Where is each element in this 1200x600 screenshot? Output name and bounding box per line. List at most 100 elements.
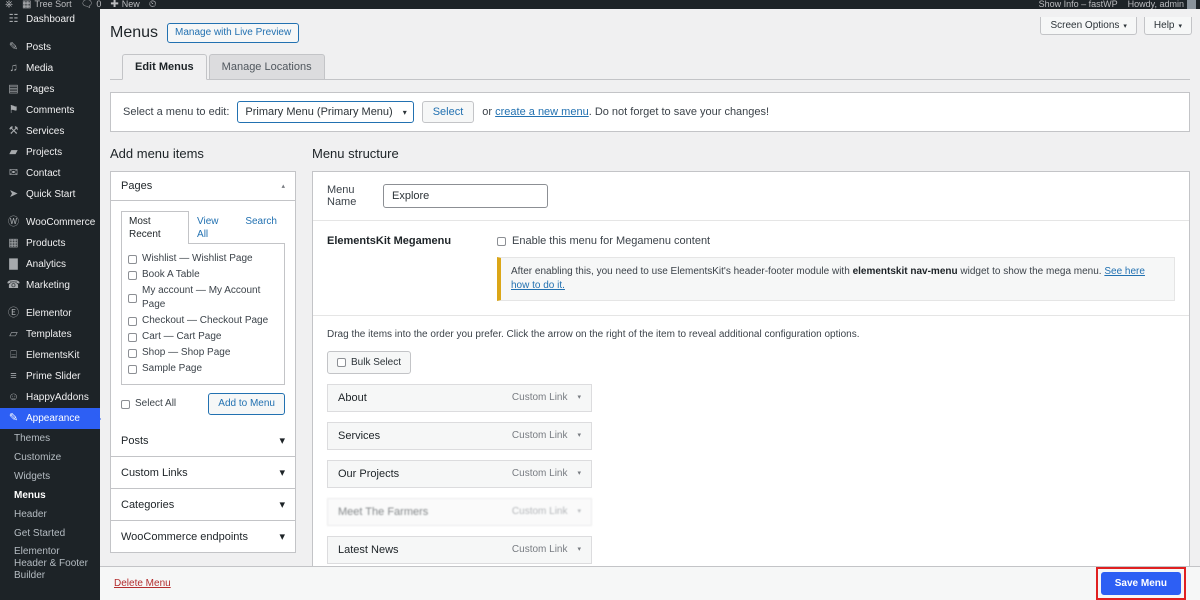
sidebar-item-posts[interactable]: ✎ Posts [0,37,100,58]
menu-name-label: Menu Name [327,184,357,208]
pages-tab-view-all[interactable]: View All [189,211,237,244]
create-new-menu-link[interactable]: create a new menu [495,106,589,118]
sidebar-item-projects[interactable]: ▰ Projects [0,142,100,163]
save-menu-button[interactable]: Save Menu [1100,572,1181,595]
sidebar-item-appearance[interactable]: ✎ Appearance [0,408,101,429]
sidebar-subitem-elementor-header-footer-builder[interactable]: Elementor Header & Footer Builder [0,543,100,585]
sidebar-subitem-themes[interactable]: Themes [0,429,100,448]
howdy-item[interactable]: Howdy, admin [1128,0,1196,9]
add-items-accordion: Pages ▴ Most Recent View All Search Wishli… [110,171,296,553]
sidebar-subitem-menus[interactable]: Menus [0,486,100,505]
select-all-checkbox-row[interactable]: Select All [121,396,176,412]
page-checkbox-row[interactable]: Book A Table [128,267,278,283]
menu-item-type: Custom Link [511,392,568,403]
sidebar-item-contact[interactable]: ✉ Contact [0,163,100,184]
menu-item-type: Custom Link [511,468,568,479]
menu-select-dropdown[interactable]: Primary Menu (Primary Menu) ▾ [237,101,414,123]
sidebar-item-label: Media [26,63,54,74]
panel-custom-links[interactable]: Custom Links ▾ [111,457,295,489]
add-menu-items-heading: Add menu items [110,146,204,161]
chevron-down-icon[interactable]: ▾ [577,467,581,481]
menu-name-input[interactable] [383,184,548,208]
page-checkbox-row[interactable]: My account — My Account Page [128,283,278,313]
screen-options-button[interactable]: Screen Options ▾ [1040,17,1137,35]
menu-item-row[interactable]: Meet The Farmers Custom Link ▾ [327,498,592,526]
chevron-down-icon[interactable]: ▾ [577,505,581,519]
checkbox-icon[interactable] [128,364,137,374]
manage-with-live-preview-button[interactable]: Manage with Live Preview [167,23,300,43]
chevron-down-icon: ▾ [279,499,285,511]
checkbox-icon[interactable] [121,399,130,409]
media-icon: ♫ [9,62,18,74]
sidebar-item-services[interactable]: ⚒ Services [0,121,100,142]
sidebar-item-elementskit[interactable]: ⌸ ElementsKit [0,345,100,366]
sidebar-item-analytics[interactable]: ▇ Analytics [0,254,100,275]
megamenu-enable-checkbox-row[interactable]: Enable this menu for Megamenu content [497,234,1175,248]
page-checkbox-row[interactable]: Wishlist — Wishlist Page [128,251,278,267]
select-button[interactable]: Select [421,101,475,123]
page-checkbox-row[interactable]: Cart — Cart Page [128,329,278,345]
performance-icon[interactable]: ⏲ [149,0,157,9]
page-checkbox-row[interactable]: Sample Page [128,361,278,377]
bulk-select-top-button[interactable]: Bulk Select [327,351,412,374]
sidebar-subitem-widgets[interactable]: Widgets [0,467,100,486]
tab-manage-locations[interactable]: Manage Locations [208,54,325,80]
tab-edit-menus[interactable]: Edit Menus [122,54,207,80]
sidebar-subitem-header[interactable]: Header [0,505,100,524]
sidebar-item-quick-start[interactable]: ➤ Quick Start [0,184,100,205]
save-hint-text: . Do not forget to save your changes! [588,106,770,118]
checkbox-icon[interactable] [128,254,137,264]
chevron-down-icon[interactable]: ▾ [577,429,581,443]
sidebar-item-prime-slider[interactable]: ≡ Prime Slider [0,366,100,387]
sidebar-item-products[interactable]: ▦ Products [0,233,100,254]
sidebar-item-pages[interactable]: ▤ Pages [0,79,100,100]
sidebar-item-templates[interactable]: ▱ Templates [0,324,100,345]
site-name-label: Tree Sort [34,0,72,9]
sidebar-subitem-label: Elementor Header & Footer Builder [14,546,88,581]
help-button[interactable]: Help ▾ [1143,17,1192,35]
wordpress-logo-icon[interactable]: ⎈ [5,0,13,9]
site-name-item[interactable]: ▦ Tree Sort [22,0,72,9]
checkbox-icon[interactable] [128,332,137,342]
checkbox-icon[interactable] [128,270,137,280]
menu-item-row[interactable]: Services Custom Link ▾ [327,422,592,450]
checkbox-icon[interactable] [497,236,506,246]
sidebar-item-label: Dashboard [26,14,75,25]
sidebar-item-elementor[interactable]: Ⓔ Elementor [0,303,100,324]
prime-slider-icon: ≡ [10,370,17,382]
sidebar-item-media[interactable]: ♫ Media [0,58,100,79]
select-all-label: Select All [135,398,177,409]
new-content-item[interactable]: ✚ New [110,0,139,9]
panel-woocommerce-endpoints[interactable]: WooCommerce endpoints ▾ [111,521,295,552]
tab-label: Manage Locations [221,61,312,73]
sidebar-item-dashboard[interactable]: ☷ Dashboard [0,9,100,30]
page-checkbox-row[interactable]: Checkout — Checkout Page [128,313,278,329]
panel-categories[interactable]: Categories ▾ [111,489,295,521]
page-checkbox-row[interactable]: Shop — Shop Page [128,345,278,361]
chevron-down-icon: ▾ [402,108,407,117]
sidebar-item-woocommerce[interactable]: Ⓦ WooCommerce [0,212,100,233]
menu-item-row[interactable]: Our Projects Custom Link ▾ [327,460,592,488]
menu-item-row[interactable]: Latest News Custom Link ▾ [327,536,592,564]
pages-tab-most-recent[interactable]: Most Recent [121,211,190,244]
sidebar-subitem-get-started[interactable]: Get Started [0,524,100,543]
delete-menu-link[interactable]: Delete Menu [114,578,171,589]
chevron-down-icon[interactable]: ▾ [577,543,581,557]
sidebar-item-comments[interactable]: ⚑ Comments [0,100,100,121]
pages-tab-search[interactable]: Search [237,211,285,244]
checkbox-icon[interactable] [128,348,137,358]
panel-posts[interactable]: Posts ▾ [111,425,295,457]
checkbox-icon[interactable] [337,358,346,367]
checkbox-icon[interactable] [128,316,137,326]
show-info-item[interactable]: Show Info – fastWP [1039,0,1118,9]
add-to-menu-button[interactable]: Add to Menu [208,393,285,415]
comment-icon[interactable]: 🗨 0 [81,0,102,9]
chevron-down-icon[interactable]: ▾ [577,391,581,405]
sidebar-subitem-customize[interactable]: Customize [0,448,100,467]
bulk-select-top-label: Bulk Select [351,357,402,368]
menu-item-row[interactable]: About Custom Link ▾ [327,384,592,412]
checkbox-icon[interactable] [128,293,137,303]
sidebar-item-marketing[interactable]: ☎ Marketing [0,275,100,296]
pages-panel-header[interactable]: Pages ▴ [111,172,295,201]
sidebar-item-happyaddons[interactable]: ☺ HappyAddons [0,387,100,408]
